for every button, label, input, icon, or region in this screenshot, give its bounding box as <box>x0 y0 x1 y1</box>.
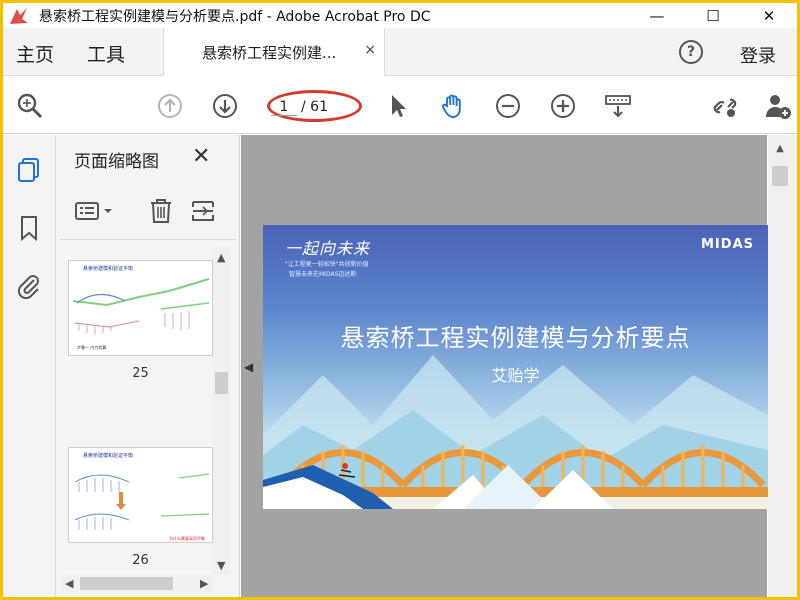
document-tab-label: 悬索桥工程实例建... <box>202 43 337 62</box>
slide-brand-logo: MIDAS <box>701 237 754 252</box>
previous-page-icon[interactable] <box>155 91 185 121</box>
panel-title: 页面缩略图 <box>74 152 159 172</box>
window-title: 悬索桥工程实例建模与分析要点.pdf - Adobe Acrobat Pro D… <box>39 8 431 25</box>
scroll-up-arrow[interactable]: ▲ <box>217 251 225 264</box>
pdf-page-slide: 一起向未来 "让工程更一轻松快"共创新价值 智慧未来在MIDAS迈达斯 MIDA… <box>263 225 768 509</box>
delete-page-icon[interactable] <box>148 197 174 225</box>
close-panel-button[interactable]: ✕ <box>192 144 210 169</box>
navigation-rail <box>3 135 56 597</box>
search-icon[interactable] <box>15 91 45 121</box>
tab-bar: 主页 工具 悬索桥工程实例建... × ? 登录 <box>3 28 797 76</box>
slide-author: 艾贻学 <box>491 366 540 385</box>
scroll-down-arrow[interactable]: ▼ <box>217 559 225 572</box>
document-vertical-scrollbar[interactable]: ▲ <box>768 135 797 597</box>
window-controls: — ☐ ✕ <box>629 3 797 28</box>
select-cursor-icon[interactable] <box>383 91 413 121</box>
thumbnail-options-icon[interactable] <box>74 197 114 225</box>
share-link-icon[interactable] <box>710 91 740 121</box>
close-window-button[interactable]: ✕ <box>741 3 797 28</box>
hand-tool-icon[interactable] <box>438 91 468 121</box>
svg-text:为什么需要采用平衡: 为什么需要采用平衡 <box>169 535 205 541</box>
scroll-left-arrow[interactable]: ◀ <box>65 577 73 590</box>
extract-page-icon[interactable] <box>190 197 216 225</box>
page-thumbnail-26[interactable]: 悬索桥建模和验证平衡 为什么需要采用平衡 <box>68 447 213 543</box>
help-icon[interactable]: ? <box>679 40 703 64</box>
thumbnails-vertical-scrollbar[interactable]: ▲ ▼ <box>213 247 230 575</box>
svg-text:悬索桥建模和验证平衡: 悬索桥建模和验证平衡 <box>83 265 133 272</box>
zoom-in-icon[interactable] <box>548 91 578 121</box>
zoom-out-icon[interactable] <box>493 91 523 121</box>
scrollbar-thumb[interactable] <box>215 372 228 394</box>
page-thumbnail-25[interactable]: 悬索桥建模和验证平衡 步骤一 内力验算 <box>68 260 213 356</box>
slide-logo-text: 一起向未来 <box>285 239 371 258</box>
tab-document[interactable]: 悬索桥工程实例建... × <box>163 28 385 76</box>
maximize-button[interactable]: ☐ <box>685 3 741 28</box>
thumbnails-horizontal-scrollbar[interactable]: ◀ ▶ <box>62 575 213 592</box>
page-thumbnails-icon[interactable] <box>14 155 44 185</box>
slide-title: 悬索桥工程实例建模与分析要点 <box>340 324 691 352</box>
scroll-right-arrow[interactable]: ▶ <box>200 577 208 590</box>
collapse-panel-arrow[interactable]: ◀ <box>244 360 253 374</box>
slide-motto: 智慧未来在MIDAS迈达斯 <box>289 271 357 278</box>
keyboard-tools-icon[interactable] <box>603 91 633 121</box>
add-user-icon[interactable] <box>763 91 793 121</box>
thumbnail-page-number: 26 <box>132 553 149 568</box>
page-number-field[interactable]: 1 / 61 <box>271 95 359 119</box>
bookmark-icon[interactable] <box>14 213 44 243</box>
scroll-up-arrow[interactable]: ▲ <box>772 143 788 157</box>
thumbnails-panel: 页面缩略图 ✕ 悬索桥建模和验证平衡 步骤一 内力验算 25 悬索桥建模和验证平… <box>56 135 240 597</box>
svg-text:悬索桥建模和验证平衡: 悬索桥建模和验证平衡 <box>83 452 133 459</box>
panel-divider <box>60 239 236 240</box>
thumbnail-page-number: 25 <box>132 366 149 381</box>
current-page-input[interactable]: 1 <box>271 99 297 116</box>
acrobat-app-icon <box>7 5 31 27</box>
title-bar: 悬索桥工程实例建模与分析要点.pdf - Adobe Acrobat Pro D… <box>3 3 797 28</box>
tab-tools[interactable]: 工具 <box>87 40 125 67</box>
login-button[interactable]: 登录 <box>740 42 776 68</box>
scrollbar-thumb[interactable] <box>772 166 788 186</box>
close-tab-button[interactable]: × <box>364 42 376 58</box>
scrollbar-thumb[interactable] <box>80 577 173 590</box>
attachment-icon[interactable] <box>14 271 44 301</box>
next-page-icon[interactable] <box>210 91 240 121</box>
minimize-button[interactable]: — <box>629 3 685 28</box>
slide-motto: "让工程更一轻松快"共创新价值 <box>285 261 369 268</box>
main-toolbar: 1 / 61 <box>3 77 797 134</box>
svg-text:步骤一 内力验算: 步骤一 内力验算 <box>77 344 106 350</box>
tab-home[interactable]: 主页 <box>16 40 54 67</box>
total-pages: / 61 <box>301 99 328 115</box>
